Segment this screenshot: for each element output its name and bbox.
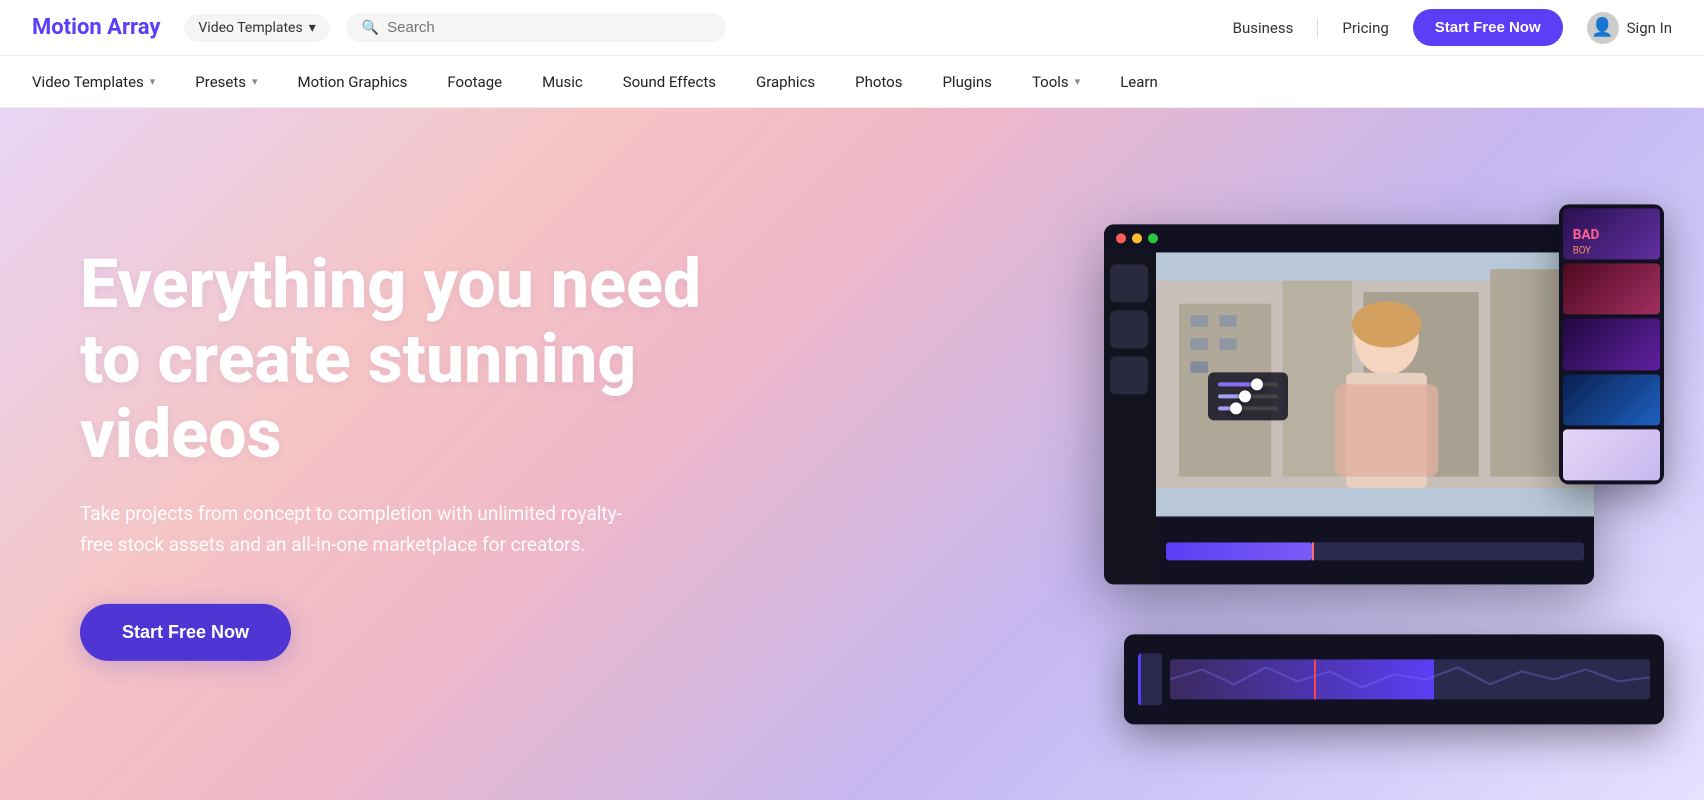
- thumbnail-3: [1563, 319, 1660, 370]
- slider-row-3: [1218, 406, 1278, 410]
- nav-item-plugins[interactable]: Plugins: [922, 56, 1011, 107]
- svg-text:BAD: BAD: [1573, 227, 1600, 243]
- nav-label-tools: Tools: [1032, 73, 1069, 91]
- hero-section: Everything you need to create stunning v…: [0, 108, 1704, 800]
- timeline-block-indicator: [1138, 653, 1162, 705]
- sidebar-tool-3: [1110, 356, 1148, 394]
- start-free-top-button[interactable]: Start Free Now: [1413, 9, 1563, 46]
- video-templates-dropdown[interactable]: Video Templates ▾: [184, 14, 329, 42]
- timeline-main-track: [1170, 659, 1650, 699]
- timeline-bottom-bar: [1124, 634, 1664, 724]
- nav-item-music[interactable]: Music: [522, 56, 603, 107]
- thumbnail-2: [1563, 264, 1660, 315]
- secondary-nav: Video Templates ▾ Presets ▾ Motion Graph…: [0, 56, 1704, 108]
- nav-label-footage: Footage: [447, 73, 502, 91]
- slider-thumb-2: [1239, 390, 1251, 402]
- thumbnail-5: [1563, 429, 1660, 480]
- search-icon: 🔍: [362, 20, 379, 36]
- timeline-track-1: [1166, 542, 1584, 560]
- timeline-fill-1: [1166, 542, 1312, 560]
- nav-label-video-templates: Video Templates: [32, 73, 144, 91]
- nav-item-presets[interactable]: Presets ▾: [175, 56, 277, 107]
- nav-item-motion-graphics[interactable]: Motion Graphics: [278, 56, 428, 107]
- hero-content: Everything you need to create stunning v…: [80, 247, 760, 661]
- timeline-playhead: [1312, 542, 1314, 560]
- hero-illustration: BAD BOY: [1104, 204, 1664, 724]
- nav-item-footage[interactable]: Footage: [427, 56, 522, 107]
- nav-label-presets: Presets: [195, 73, 246, 91]
- chevron-down-icon: ▾: [309, 20, 316, 36]
- svg-text:BOY: BOY: [1573, 245, 1591, 256]
- business-link[interactable]: Business: [1233, 19, 1294, 37]
- editor-window: [1104, 224, 1594, 584]
- nav-label-learn: Learn: [1120, 73, 1158, 91]
- slider-track-2: [1218, 394, 1278, 398]
- slider-row-1: [1218, 382, 1278, 386]
- nav-label-sound-effects: Sound Effects: [623, 73, 716, 91]
- nav-divider: [1317, 18, 1318, 38]
- nav-label-music: Music: [542, 73, 583, 91]
- sidebar-tool-1: [1110, 264, 1148, 302]
- video-templates-label: Video Templates: [198, 20, 302, 36]
- nav-item-photos[interactable]: Photos: [835, 56, 922, 107]
- slider-row-2: [1218, 394, 1278, 398]
- window-minimize-dot: [1132, 233, 1142, 243]
- controls-panel: [1208, 372, 1288, 420]
- thumbnail-1: BAD BOY: [1563, 208, 1660, 259]
- sidebar-tool-2: [1110, 310, 1148, 348]
- chevron-down-icon: ▾: [1075, 75, 1081, 88]
- hero-subtext: Take projects from concept to completion…: [80, 499, 640, 560]
- nav-item-graphics[interactable]: Graphics: [736, 56, 835, 107]
- hero-cta-button[interactable]: Start Free Now: [80, 604, 291, 661]
- nav-label-motion-graphics: Motion Graphics: [298, 73, 408, 91]
- slider-track-1: [1218, 382, 1278, 386]
- editor-body: [1104, 252, 1594, 584]
- search-bar: 🔍: [346, 13, 726, 42]
- editor-titlebar: [1104, 224, 1594, 252]
- pricing-link[interactable]: Pricing: [1342, 19, 1388, 37]
- slider-track-3: [1218, 406, 1278, 410]
- nav-item-learn[interactable]: Learn: [1100, 56, 1178, 107]
- sign-in-label: Sign In: [1627, 19, 1672, 37]
- editor-timeline: [1156, 516, 1594, 584]
- hero-heading: Everything you need to create stunning v…: [80, 247, 760, 471]
- thumbnail-4: [1563, 374, 1660, 425]
- thumbnails-panel: BAD BOY: [1559, 204, 1664, 484]
- search-input[interactable]: [387, 19, 667, 36]
- slider-thumb-3: [1230, 402, 1242, 414]
- slider-thumb-1: [1251, 378, 1263, 390]
- window-close-dot: [1116, 233, 1126, 243]
- nav-label-photos: Photos: [855, 73, 902, 91]
- nav-label-graphics: Graphics: [756, 73, 815, 91]
- logo[interactable]: Motion Array: [32, 15, 160, 40]
- editor-main: [1156, 252, 1594, 584]
- chevron-down-icon: ▾: [150, 75, 156, 88]
- user-avatar-icon: 👤: [1587, 12, 1619, 44]
- editor-sidebar: [1104, 252, 1156, 584]
- top-nav: Motion Array Video Templates ▾ 🔍 Busines…: [0, 0, 1704, 56]
- sign-in-area[interactable]: 👤 Sign In: [1587, 12, 1672, 44]
- nav-item-video-templates[interactable]: Video Templates ▾: [32, 56, 175, 107]
- nav-label-plugins: Plugins: [942, 73, 991, 91]
- chevron-down-icon: ▾: [252, 75, 258, 88]
- nav-item-sound-effects[interactable]: Sound Effects: [603, 56, 736, 107]
- nav-item-tools[interactable]: Tools ▾: [1012, 56, 1100, 107]
- window-maximize-dot: [1148, 233, 1158, 243]
- editor-preview: [1156, 252, 1594, 516]
- top-nav-links: Business Pricing Start Free Now 👤 Sign I…: [1233, 9, 1672, 46]
